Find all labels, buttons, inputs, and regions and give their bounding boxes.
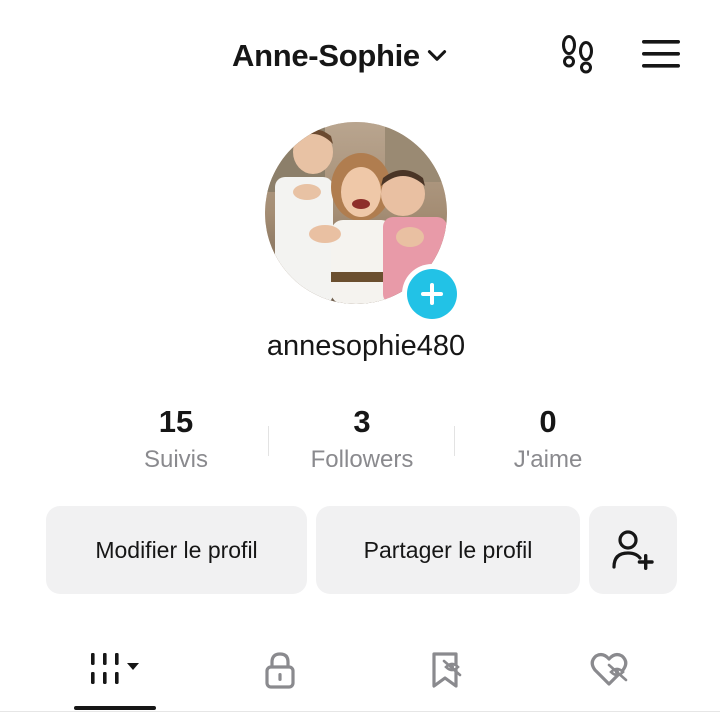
add-story-circle	[407, 269, 457, 319]
lock-icon	[265, 652, 295, 689]
stats-divider	[268, 426, 269, 456]
add-friend-button[interactable]	[589, 506, 677, 594]
hamburger-menu-icon	[642, 40, 680, 68]
avatar-section	[265, 122, 462, 324]
following-label: Suivis	[143, 446, 209, 473]
edit-profile-button[interactable]: Modifier le profil	[46, 506, 307, 594]
videos-grid-icon	[91, 653, 139, 684]
tab-saved[interactable]	[406, 630, 486, 710]
tab-videos[interactable]	[74, 630, 156, 710]
handle-text: annesophie480	[266, 330, 466, 362]
plus-icon	[421, 283, 443, 305]
tab-liked[interactable]	[570, 630, 650, 710]
chevron-down-icon	[427, 50, 446, 61]
stat-followers[interactable]: 3 Followers	[272, 400, 452, 474]
stats-divider	[454, 426, 455, 456]
menu-button[interactable]	[640, 36, 684, 72]
profile-handle: annesophie480	[0, 330, 720, 363]
top-bar: Anne-Sophie	[0, 0, 720, 110]
followers-count: 3	[353, 404, 371, 439]
account-switcher[interactable]: Anne-Sophie	[232, 34, 450, 78]
add-story-button[interactable]	[402, 264, 462, 324]
liked-heart-icon	[590, 652, 628, 686]
tab-private[interactable]	[240, 630, 320, 710]
share-profile-label: Partager le profil	[363, 536, 533, 563]
following-count: 15	[158, 404, 194, 439]
edit-profile-label: Modifier le profil	[95, 536, 258, 563]
likes-count: 0	[539, 404, 557, 439]
profile-views-button[interactable]	[556, 32, 600, 76]
active-tab-indicator	[74, 706, 156, 710]
saved-bookmark-icon	[432, 652, 462, 688]
add-user-icon	[612, 530, 654, 570]
stat-following[interactable]: 15 Suivis	[86, 400, 266, 474]
stat-likes[interactable]: 0 J'aime	[458, 400, 638, 474]
stats-row: 15 Suivis 3 Followers 0 J'aime	[0, 400, 720, 490]
followers-label: Followers	[310, 446, 414, 473]
likes-label: J'aime	[513, 446, 583, 473]
tabs-divider	[0, 711, 720, 712]
footprints-icon	[562, 35, 593, 74]
display-name: Anne-Sophie	[232, 38, 420, 73]
share-profile-button[interactable]: Partager le profil	[316, 506, 580, 594]
